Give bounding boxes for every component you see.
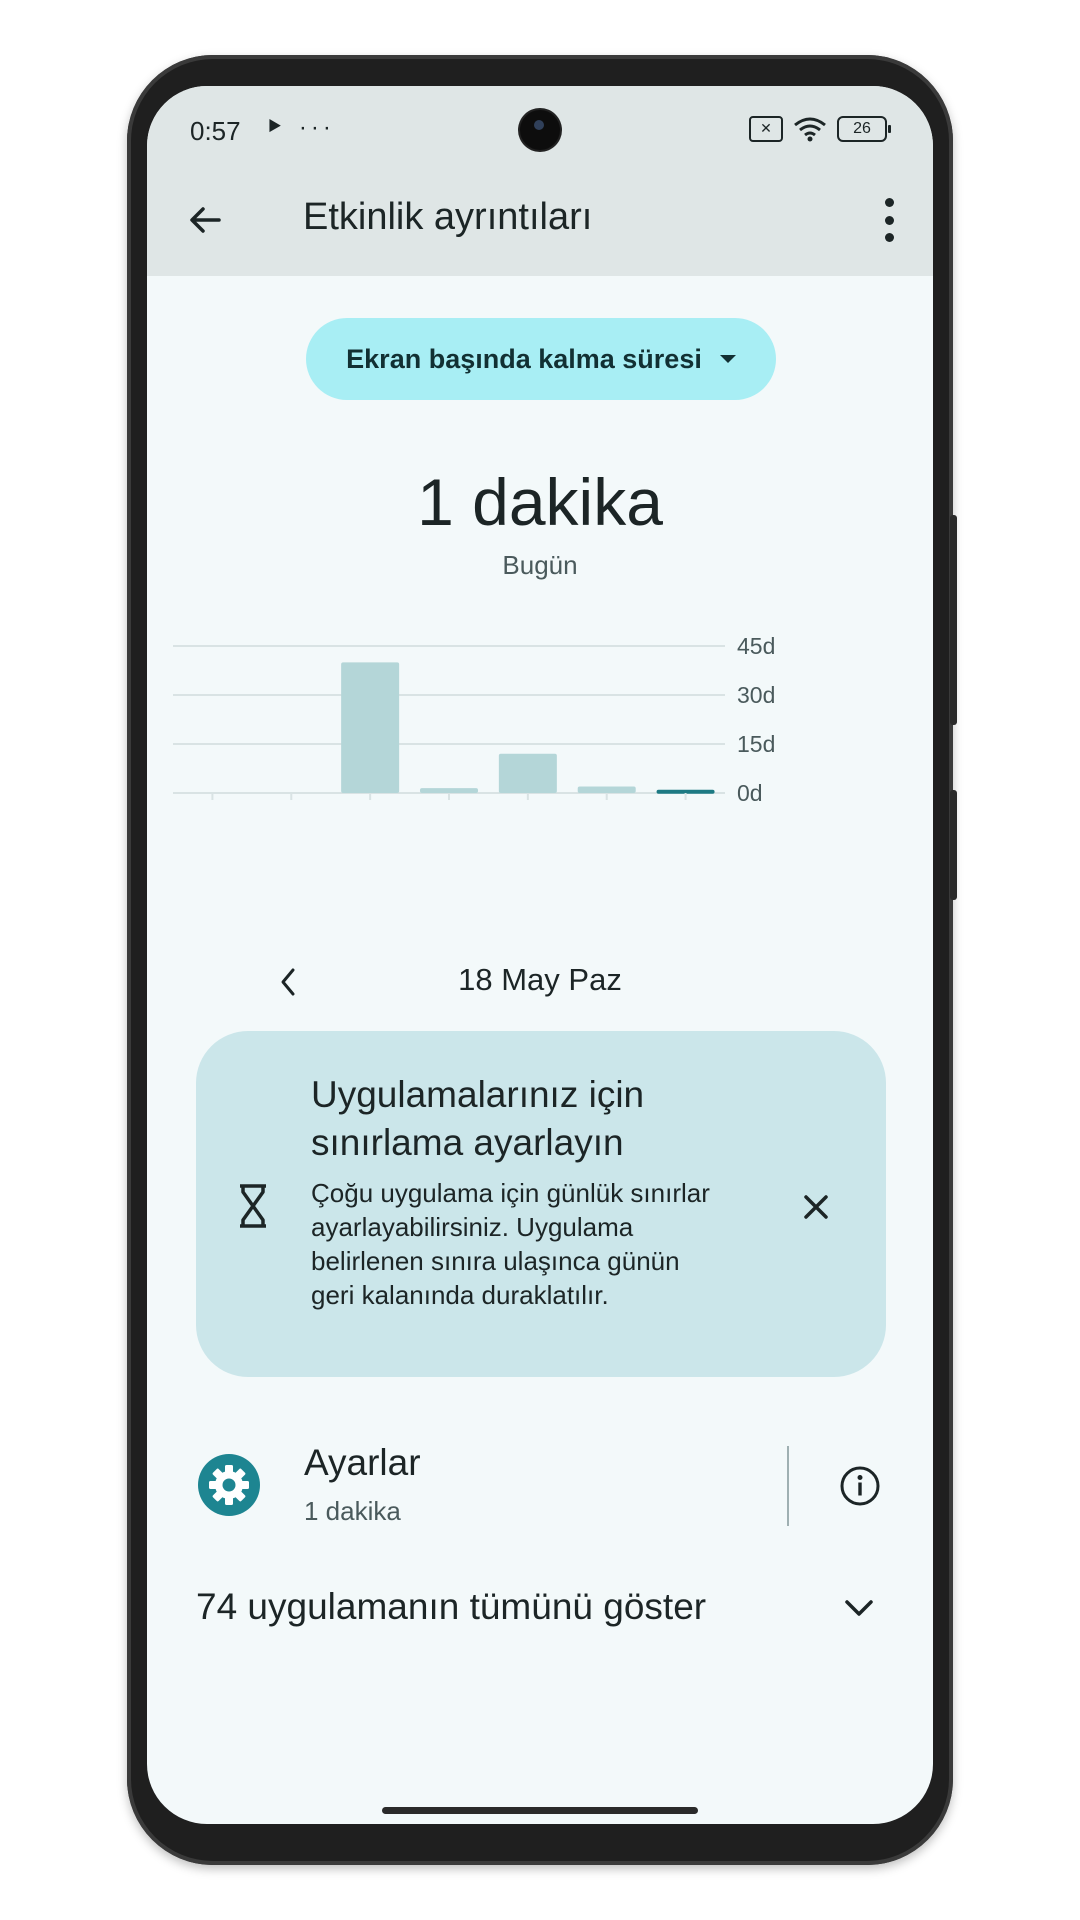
metric-dropdown-label: Ekran başında kalma süresi: [346, 343, 702, 374]
y-tick-label: 15d: [737, 731, 775, 757]
chart-bar-Per[interactable]: [420, 788, 478, 793]
selected-date: 18 May Paz: [458, 962, 622, 997]
battery-icon: 26: [837, 116, 891, 142]
settings-gear-glyph: [209, 1465, 249, 1505]
app-name[interactable]: Ayarlar: [304, 1442, 421, 1484]
weekly-usage-chart: 45d30d15d0dPztSalÇarPerCumCmtPaz: [173, 636, 775, 806]
wifi-icon: [794, 117, 826, 142]
chart-bar-Çar[interactable]: [341, 662, 400, 793]
metric-dropdown[interactable]: Ekran başında kalma süresi: [306, 318, 776, 400]
more-vertical-icon[interactable]: [883, 198, 895, 242]
app-limits-tip-card: Uygulamalarınız için sınırlama ayarlayın…: [196, 1031, 886, 1377]
close-icon[interactable]: [800, 1191, 832, 1223]
gear-icon[interactable]: [198, 1454, 260, 1516]
arrow-left-icon[interactable]: [183, 198, 227, 242]
chart-bar-Cmt[interactable]: [577, 786, 636, 793]
front-camera: [520, 110, 560, 150]
screen-time-period: Bugün: [502, 550, 578, 580]
home-indicator[interactable]: [382, 1807, 698, 1814]
phone-power-button: [950, 515, 957, 725]
phone-volume-button: [950, 790, 957, 900]
y-tick-label: 0d: [737, 780, 763, 806]
tip-card-title: Uygulamalarınız için sınırlama ayarlayın: [311, 1074, 645, 1163]
screen-time-value: 1 dakika: [417, 465, 663, 539]
tip-card-body: Çoğu uygulama için günlük sınırlar ayarl…: [311, 1178, 710, 1310]
status-time: 0:57: [190, 116, 241, 146]
status-notification-icons: ⯈ ···: [265, 114, 335, 141]
page-title: Etkinlik ayrıntıları: [303, 196, 593, 238]
info-icon[interactable]: [839, 1465, 881, 1507]
chart-bar-Cum[interactable]: [498, 753, 557, 793]
show-all-apps-button[interactable]: 74 uygulamanın tümünü göster: [196, 1586, 706, 1628]
hourglass-icon: [240, 1184, 266, 1228]
status-right-icons: ✕ 26: [749, 116, 891, 142]
y-tick-label: 30d: [737, 682, 775, 708]
top-app-bar: 0:57 ⯈ ··· ✕ 26 Etkinlik ayrıntıları: [147, 86, 933, 276]
divider: [787, 1446, 789, 1526]
chevron-down-icon[interactable]: [841, 1590, 877, 1626]
no-sim-icon: ✕: [749, 116, 783, 142]
app-usage-time: 1 dakika: [304, 1496, 401, 1526]
screen: 0:57 ⯈ ··· ✕ 26 Etkinlik ayrıntıları Ekr…: [147, 86, 933, 1824]
caret-down-icon: [719, 355, 736, 363]
y-tick-label: 45d: [737, 636, 775, 659]
